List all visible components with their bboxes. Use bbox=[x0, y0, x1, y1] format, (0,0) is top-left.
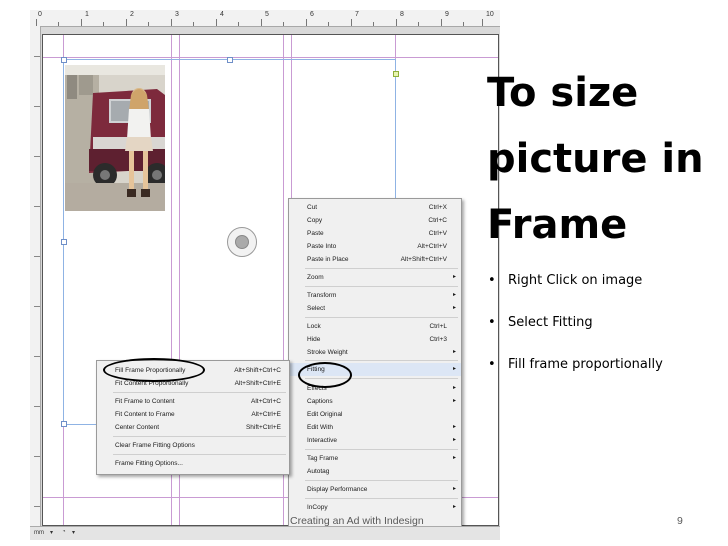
slide-title-line: picture in bbox=[487, 136, 704, 182]
ruler-number: 2 bbox=[130, 11, 134, 18]
menu-item-zoom[interactable]: Zoom ▸ bbox=[289, 271, 461, 284]
bullet-item: • Select Fitting bbox=[488, 312, 663, 333]
bullet-item: • Fill frame proportionally bbox=[488, 354, 663, 375]
highlight-ellipse-fill-frame bbox=[103, 358, 205, 382]
menu-item-stroke-weight[interactable]: Stroke Weight ▸ bbox=[289, 346, 461, 359]
submenu-arrow-icon: ▸ bbox=[452, 455, 456, 461]
bullet-icon: • bbox=[488, 315, 496, 330]
menu-item-lock[interactable]: Lock Ctrl+L bbox=[289, 320, 461, 333]
menu-separator bbox=[305, 286, 458, 287]
menu-item-paste-into[interactable]: Paste Into Alt+Ctrl+V bbox=[289, 240, 461, 253]
menu-separator bbox=[113, 454, 286, 455]
status-bar: mm ▾ ◔ ▾ bbox=[30, 526, 500, 540]
submenu-item-fit-frame-to-content[interactable]: Fit Frame to Content Alt+Ctrl+C bbox=[97, 395, 289, 408]
frame-edge-right bbox=[395, 59, 396, 199]
ruler-number: 5 bbox=[265, 11, 269, 18]
unit-label: mm bbox=[34, 530, 44, 536]
slide-number: 9 bbox=[677, 515, 683, 527]
bullet-text: Right Click on image bbox=[508, 273, 643, 288]
menu-separator bbox=[305, 480, 458, 481]
dropdown-arrow-icon[interactable]: ▾ bbox=[50, 529, 53, 536]
submenu-arrow-icon: ▸ bbox=[452, 437, 456, 443]
menu-separator bbox=[305, 498, 458, 499]
menu-item-paste[interactable]: Paste Ctrl+V bbox=[289, 227, 461, 240]
menu-separator bbox=[305, 317, 458, 318]
ruler-number: 10 bbox=[486, 11, 494, 18]
menu-item-tag-frame[interactable]: Tag Frame ▸ bbox=[289, 452, 461, 465]
submenu-arrow-icon: ▸ bbox=[452, 486, 456, 492]
menu-item-interactive[interactable]: Interactive ▸ bbox=[289, 434, 461, 447]
ruler-number: 3 bbox=[175, 11, 179, 18]
menu-separator bbox=[113, 436, 286, 437]
ruler-number: 7 bbox=[355, 11, 359, 18]
content-grabber-icon[interactable] bbox=[227, 227, 257, 257]
submenu-item-clear-frame-fitting-options[interactable]: Clear Frame Fitting Options bbox=[97, 439, 289, 452]
menu-item-incopy[interactable]: InCopy ▸ bbox=[289, 501, 461, 514]
bullet-list: • Right Click on image • Select Fitting • F… bbox=[488, 270, 663, 396]
submenu-item-fit-content-to-frame[interactable]: Fit Content to Frame Alt+Ctrl+E bbox=[97, 408, 289, 421]
submenu-arrow-icon: ▸ bbox=[452, 424, 456, 430]
menu-item-cut[interactable]: Cut Ctrl+X bbox=[289, 201, 461, 214]
frame-handle[interactable] bbox=[61, 57, 67, 63]
slide-footer: Creating an Ad with Indesign bbox=[290, 515, 424, 527]
frame-handle[interactable] bbox=[393, 71, 399, 77]
photo-image bbox=[65, 65, 165, 211]
indesign-screenshot: 0 1 2 3 4 5 6 7 8 9 10 Cut Ctrl+X Copy C… bbox=[30, 10, 500, 540]
bullet-text: Fill frame proportionally bbox=[508, 357, 663, 372]
slide-title: To size picture in Frame bbox=[487, 60, 725, 258]
frame-handle[interactable] bbox=[227, 57, 233, 63]
submenu-arrow-icon: ▸ bbox=[452, 398, 456, 404]
ruler-number: 0 bbox=[38, 11, 42, 18]
ruler-number: 9 bbox=[445, 11, 449, 18]
submenu-arrow-icon: ▸ bbox=[452, 504, 456, 510]
submenu-arrow-icon: ▸ bbox=[452, 385, 456, 391]
ruler-number: 1 bbox=[85, 11, 89, 18]
dropdown-arrow-icon[interactable]: ▾ bbox=[72, 529, 75, 536]
bullet-item: • Right Click on image bbox=[488, 270, 663, 291]
vertical-ruler bbox=[30, 26, 41, 526]
bullet-icon: • bbox=[488, 357, 496, 372]
menu-separator bbox=[305, 268, 458, 269]
menu-separator bbox=[113, 392, 286, 393]
ruler-number: 6 bbox=[310, 11, 314, 18]
submenu-item-frame-fitting-options[interactable]: Frame Fitting Options... bbox=[97, 457, 289, 470]
ruler-number: 4 bbox=[220, 11, 224, 18]
menu-item-edit-original[interactable]: Edit Original bbox=[289, 408, 461, 421]
submenu-arrow-icon: ▸ bbox=[452, 292, 456, 298]
content-grabber-dot bbox=[235, 235, 249, 249]
ruler-number: 8 bbox=[400, 11, 404, 18]
placed-photo[interactable] bbox=[65, 65, 165, 211]
menu-item-transform[interactable]: Transform ▸ bbox=[289, 289, 461, 302]
menu-item-select[interactable]: Select ▸ bbox=[289, 302, 461, 315]
menu-item-display-performance[interactable]: Display Performance ▸ bbox=[289, 483, 461, 496]
submenu-arrow-icon: ▸ bbox=[452, 305, 456, 311]
slide-title-line: Frame bbox=[487, 202, 628, 248]
menu-separator bbox=[305, 360, 458, 361]
submenu-arrow-icon: ▸ bbox=[452, 366, 456, 372]
submenu-arrow-icon: ▸ bbox=[452, 274, 456, 280]
frame-handle[interactable] bbox=[61, 239, 67, 245]
horizontal-ruler: 0 1 2 3 4 5 6 7 8 9 10 bbox=[30, 10, 500, 27]
bullet-text: Select Fitting bbox=[508, 315, 593, 330]
menu-item-paste-in-place[interactable]: Paste in Place Alt+Shift+Ctrl+V bbox=[289, 253, 461, 266]
margin-guide bbox=[43, 57, 498, 58]
menu-item-hide[interactable]: Hide Ctrl+3 bbox=[289, 333, 461, 346]
preflight-icon[interactable]: ◔ bbox=[62, 529, 66, 535]
menu-item-edit-with[interactable]: Edit With ▸ bbox=[289, 421, 461, 434]
frame-handle[interactable] bbox=[61, 421, 67, 427]
submenu-item-center-content[interactable]: Center Content Shift+Ctrl+E bbox=[97, 421, 289, 434]
menu-separator bbox=[305, 449, 458, 450]
menu-item-captions[interactable]: Captions ▸ bbox=[289, 395, 461, 408]
menu-item-copy[interactable]: Copy Ctrl+C bbox=[289, 214, 461, 227]
menu-item-autotag[interactable]: Autotag bbox=[289, 465, 461, 478]
bullet-icon: • bbox=[488, 273, 496, 288]
submenu-arrow-icon: ▸ bbox=[452, 349, 456, 355]
slide-title-line: To size bbox=[487, 70, 639, 116]
highlight-ellipse-fitting bbox=[298, 362, 352, 388]
